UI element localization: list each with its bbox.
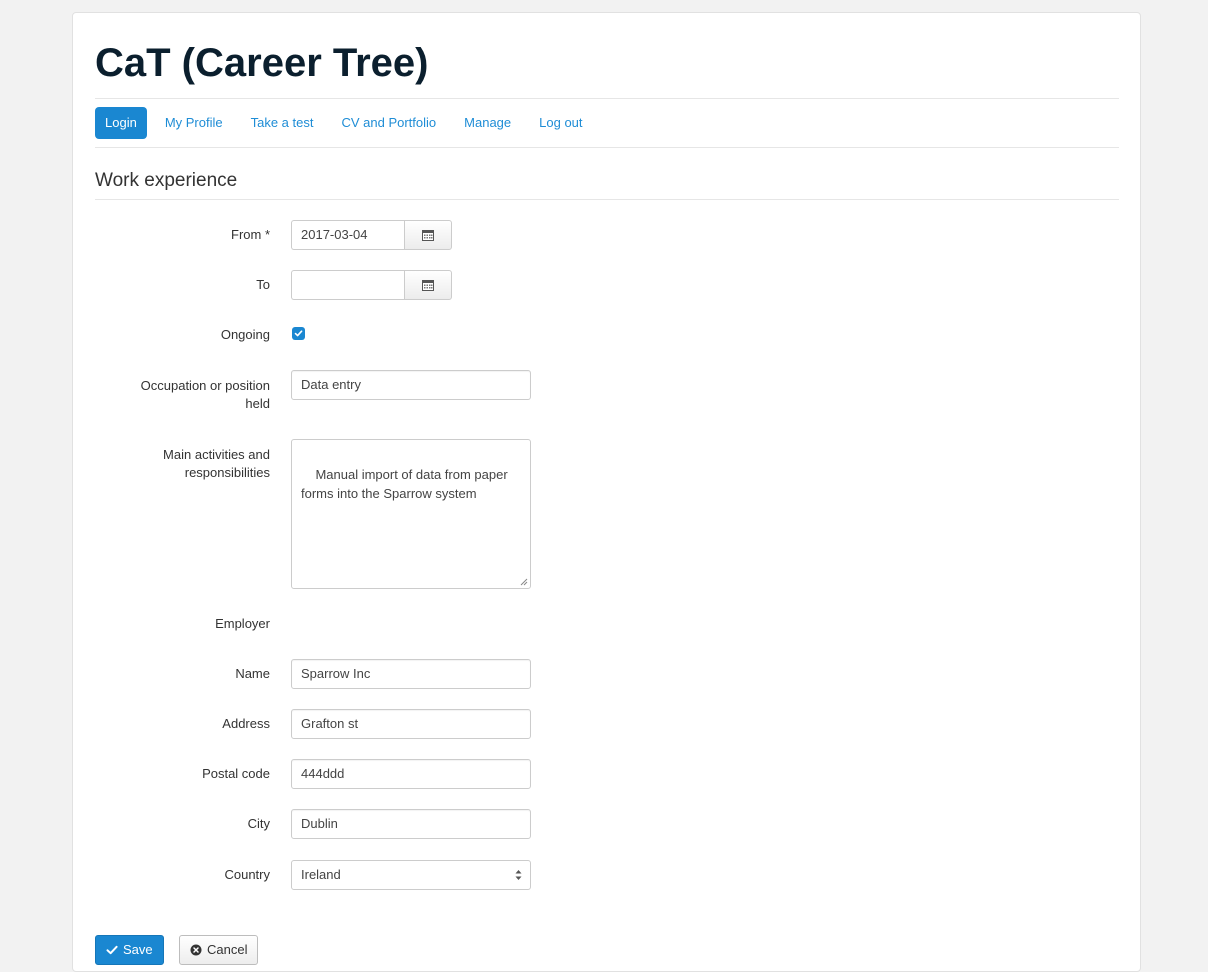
activities-text: Manual import of data from paper forms i… (301, 467, 512, 501)
save-button[interactable]: Save (95, 935, 164, 965)
postal-code-label: Postal code (202, 766, 270, 781)
to-calendar-button[interactable] (404, 270, 452, 300)
from-calendar-button[interactable] (404, 220, 452, 250)
employer-name-input[interactable]: Sparrow Inc (291, 659, 531, 689)
cancel-circle-icon (190, 944, 202, 956)
nav-manage[interactable]: Manage (454, 107, 521, 139)
nav-login[interactable]: Login (95, 107, 147, 139)
header-divider (95, 98, 1119, 99)
calendar-icon (422, 230, 434, 241)
from-date-input[interactable]: 2017-03-04 (291, 220, 404, 250)
nav-log-out[interactable]: Log out (529, 107, 592, 139)
country-label: Country (224, 867, 270, 882)
activities-label: Main activities and responsibilities (95, 446, 270, 482)
resize-grip-icon[interactable] (520, 578, 528, 586)
cancel-label: Cancel (207, 942, 248, 957)
from-label: From * (231, 227, 270, 242)
ongoing-checkbox[interactable] (292, 327, 305, 340)
nav-divider (95, 147, 1119, 148)
name-label: Name (235, 666, 270, 681)
occupation-label-line2: held (245, 396, 270, 411)
country-selected-value: Ireland (301, 867, 341, 882)
section-divider (95, 199, 1119, 200)
country-select[interactable]: Ireland (291, 860, 531, 890)
occupation-input[interactable]: Data entry (291, 370, 531, 400)
city-label: City (247, 816, 270, 831)
calendar-icon (422, 280, 434, 291)
nav-my-profile[interactable]: My Profile (155, 107, 233, 139)
section-title: Work experience (95, 170, 238, 191)
check-icon (294, 330, 303, 337)
ongoing-label: Ongoing (220, 327, 270, 342)
postal-code-input[interactable]: 444ddd (291, 759, 531, 789)
activities-textarea[interactable]: Manual import of data from paper forms i… (291, 439, 531, 589)
checkmark-icon (106, 945, 118, 955)
cancel-button[interactable]: Cancel (179, 935, 259, 965)
from-date-group: 2017-03-04 (291, 220, 452, 250)
address-input[interactable]: Grafton st (291, 709, 531, 739)
to-date-input[interactable] (291, 270, 404, 300)
to-label: To (256, 277, 270, 292)
nav-cv-and-portfolio[interactable]: CV and Portfolio (331, 107, 446, 139)
select-arrows-icon (515, 870, 522, 880)
save-label: Save (123, 942, 153, 957)
activities-label-line1: Main activities and (163, 447, 270, 462)
nav-take-a-test[interactable]: Take a test (241, 107, 324, 139)
to-date-group (291, 270, 452, 300)
occupation-label-line1: Occupation or position (140, 378, 270, 393)
activities-label-line2: responsibilities (184, 465, 270, 480)
employer-label: Employer (215, 616, 270, 631)
occupation-label: Occupation or position held (95, 377, 270, 413)
main-nav: Login My Profile Take a test CV and Port… (95, 107, 601, 139)
main-panel: CaT (Career Tree) Login My Profile Take … (72, 12, 1141, 972)
city-input[interactable]: Dublin (291, 809, 531, 839)
address-label: Address (222, 716, 270, 731)
site-title: CaT (Career Tree) (95, 41, 429, 85)
